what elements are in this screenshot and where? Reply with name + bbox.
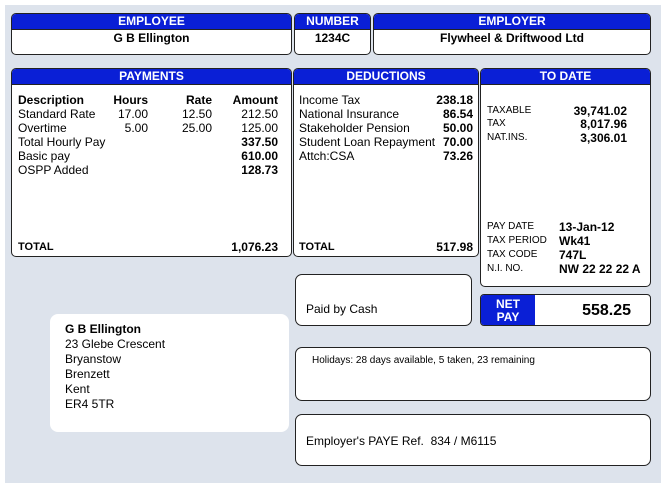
address-line: 23 Glebe Crescent (65, 337, 166, 351)
to-date-value: 3,306.01 (580, 131, 627, 145)
employer-name: Flywheel & Driftwood Ltd (440, 31, 584, 45)
col-hours-header: Hours (113, 93, 148, 107)
deduction-amount: 50.00 (442, 121, 473, 135)
tax-code-label: TAX CODE (487, 249, 538, 260)
pay-date-value: 13-Jan-12 (559, 220, 615, 234)
deductions-header: DEDUCTIONS (294, 69, 478, 85)
paye-label: Employer's PAYE Ref. (306, 434, 424, 448)
to-date-box: TO DATE TAXABLE 39,741.02 TAX 8,017.96 N… (480, 68, 651, 287)
employer-box: EMPLOYER Flywheel & Driftwood Ltd (373, 13, 651, 55)
to-date-label: TAXABLE (487, 105, 532, 116)
to-date-label: TAX (487, 118, 506, 129)
payment-rate: 25.00 (181, 121, 212, 135)
address-box: G B Ellington 23 Glebe Crescent Bryansto… (50, 314, 289, 432)
payments-box: PAYMENTS Description Hours Rate Amount S… (11, 68, 292, 257)
tax-code-value: 747L (559, 248, 587, 262)
number-header: NUMBER (295, 14, 370, 30)
employer-header: EMPLOYER (374, 14, 650, 30)
address-line: Kent (65, 382, 90, 396)
payment-method-box: Paid by Cash (295, 274, 472, 326)
payment-description: Basic pay (18, 149, 71, 163)
ni-number-value: NW 22 22 22 A (559, 262, 641, 276)
deduction-amount: 73.26 (442, 149, 473, 163)
to-date-value: 39,741.02 (573, 104, 627, 118)
deduction-description: Student Loan Repayment (299, 135, 436, 149)
payment-method: Paid by Cash (306, 302, 377, 316)
paye-value: 834 / M6115 (430, 434, 497, 448)
deduction-description: Stakeholder Pension (299, 121, 410, 135)
payment-method-value: Cash (349, 302, 378, 316)
paye-box: Employer's PAYE Ref. 834 / M6115 (295, 414, 651, 466)
employee-number: 1234C (314, 31, 351, 45)
payment-rate: 12.50 (181, 107, 212, 121)
deduction-amount: 238.18 (436, 93, 473, 107)
col-rate-header: Rate (185, 93, 212, 107)
number-box: NUMBER 1234C (294, 13, 371, 55)
net-pay-value: 558.25 (582, 302, 631, 319)
payments-total-label: TOTAL (18, 241, 54, 253)
payment-hours: 5.00 (124, 121, 148, 135)
payslip: EMPLOYEE G B Ellington NUMBER 1234C EMPL… (5, 5, 661, 483)
payment-hours: 17.00 (117, 107, 148, 121)
payment-description: OSPP Added (18, 163, 89, 177)
address-line: Bryanstow (65, 352, 122, 366)
net-pay-label: NET PAY (481, 295, 535, 325)
to-date-header: TO DATE (481, 69, 650, 85)
deduction-description: Income Tax (299, 93, 361, 107)
to-date-value: 8,017.96 (580, 117, 627, 131)
deduction-amount: 70.00 (442, 135, 473, 149)
deductions-total-label: TOTAL (299, 241, 335, 253)
holidays-box: Holidays: 28 days available, 5 taken, 23… (295, 347, 651, 401)
deductions-total-value: 517.98 (436, 240, 473, 254)
payment-amount: 610.00 (241, 149, 278, 163)
employee-name: G B Ellington (113, 31, 190, 45)
payments-total-value: 1,076.23 (231, 240, 278, 254)
employee-header: EMPLOYEE (12, 14, 291, 30)
to-date-label: NAT.INS. (487, 132, 528, 143)
payment-description: Overtime (18, 121, 67, 135)
ni-number-label: N.I. NO. (487, 263, 524, 274)
payment-amount: 128.73 (241, 163, 278, 177)
pay-date-label: PAY DATE (487, 221, 535, 232)
payment-method-label: Paid by (306, 302, 347, 316)
tax-period-value: Wk41 (559, 234, 591, 248)
col-description-header: Description (18, 93, 85, 107)
deduction-description: Attch:CSA (299, 149, 355, 163)
payment-description: Total Hourly Pay (18, 135, 106, 149)
payment-amount: 212.50 (241, 107, 278, 121)
tax-period-label: TAX PERIOD (487, 235, 547, 246)
deductions-box: DEDUCTIONS Income Tax 238.18 National In… (293, 68, 479, 257)
employee-box: EMPLOYEE G B Ellington (11, 13, 292, 55)
deduction-description: National Insurance (299, 107, 400, 121)
payment-description: Standard Rate (18, 107, 96, 121)
payments-header: PAYMENTS (12, 69, 291, 85)
holidays-text: Holidays: 28 days available, 5 taken, 23… (312, 355, 535, 366)
address-line: Brenzett (65, 367, 110, 381)
net-pay-label-line2: PAY (496, 310, 520, 324)
payment-amount: 125.00 (241, 121, 278, 135)
net-pay-box: NET PAY 558.25 (480, 294, 651, 326)
deduction-amount: 86.54 (442, 107, 473, 121)
address-line: ER4 5TR (65, 397, 115, 411)
paye-ref: Employer's PAYE Ref. 834 / M6115 (306, 434, 496, 448)
address-name: G B Ellington (65, 322, 141, 336)
payment-amount: 337.50 (241, 135, 278, 149)
col-amount-header: Amount (232, 93, 278, 107)
